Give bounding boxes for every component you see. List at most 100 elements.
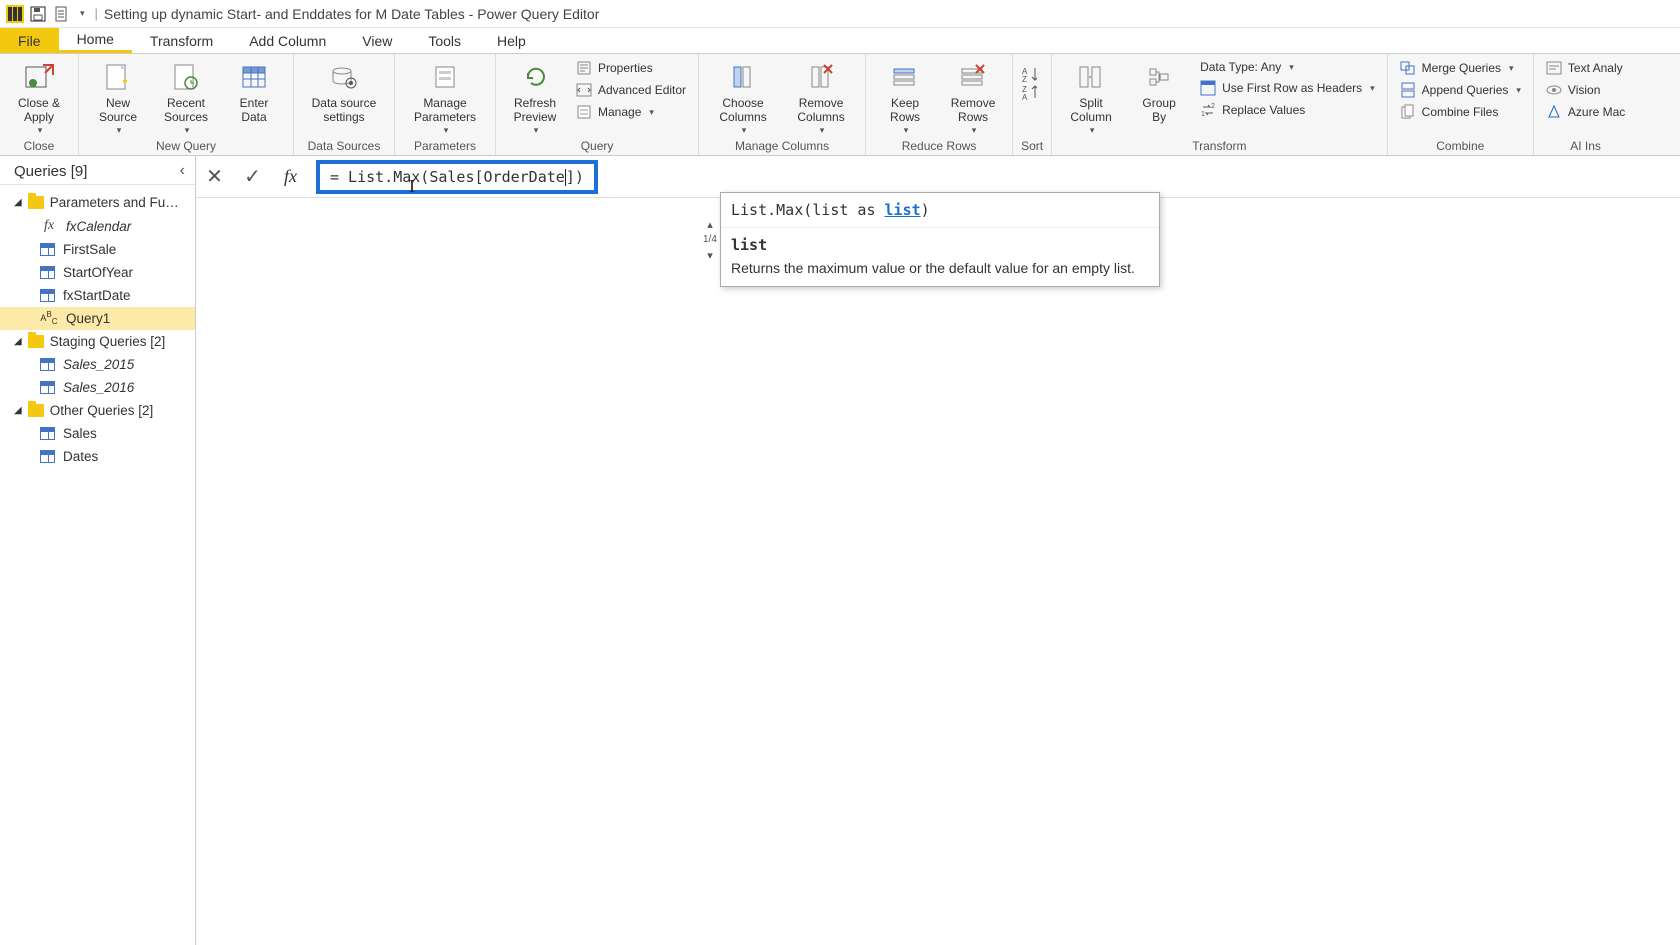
expand-icon: ◢ xyxy=(14,197,22,208)
tree-group-other[interactable]: ◢Other Queries [2] xyxy=(0,399,195,422)
close-apply-icon xyxy=(22,62,56,92)
data-source-settings-button[interactable]: Data source settings xyxy=(302,58,386,125)
group-by-button[interactable]: Group By xyxy=(1128,58,1190,125)
replace-values-button[interactable]: 12Replace Values xyxy=(1196,100,1379,120)
refresh-preview-label: Refresh Preview xyxy=(514,96,557,125)
remove-columns-button[interactable]: Remove Columns▾ xyxy=(785,58,857,136)
manage-parameters-button[interactable]: Manage Parameters▾ xyxy=(403,58,487,136)
tree-item-fxcalendar[interactable]: fx fxCalendar xyxy=(0,214,195,238)
text-analytics-button[interactable]: Text Analy xyxy=(1542,58,1629,78)
accept-formula-button[interactable]: ✓ xyxy=(234,156,272,198)
tree-item-fxstartdate[interactable]: fxStartDate xyxy=(0,284,195,307)
chevron-down-icon[interactable]: ▾ xyxy=(707,249,713,262)
tab-view[interactable]: View xyxy=(344,28,410,53)
data-type-button[interactable]: Data Type: Any▾ xyxy=(1196,58,1379,76)
merge-label: Merge Queries xyxy=(1422,61,1501,75)
keep-rows-button[interactable]: Keep Rows▾ xyxy=(874,58,936,136)
tab-tools[interactable]: Tools xyxy=(410,28,479,53)
properties-icon xyxy=(576,60,592,76)
sig-list-keyword[interactable]: list xyxy=(885,201,921,219)
data-source-settings-label: Data source settings xyxy=(312,96,377,125)
split-column-icon xyxy=(1074,62,1108,92)
new-source-label: New Source xyxy=(99,96,137,125)
refresh-preview-button[interactable]: Refresh Preview▾ xyxy=(504,58,566,136)
intellisense-pager[interactable]: ▴ 1/4 ▾ xyxy=(703,218,717,262)
sort-desc-button[interactable]: ZA xyxy=(1021,84,1037,100)
ribbon-group-manage-columns: Choose Columns▾ Remove Columns▾ Manage C… xyxy=(699,54,866,155)
tree-item-label: fxStartDate xyxy=(63,288,131,303)
qat-dropdown-icon[interactable]: ▾ xyxy=(80,8,85,19)
title-separator: | xyxy=(95,6,98,21)
formula-text-prefix: = List.Max(Sales[OrderDat xyxy=(330,168,556,186)
replace-label: Replace Values xyxy=(1222,103,1305,117)
sort-asc-button[interactable]: AZ xyxy=(1021,66,1037,82)
tree-item-dates[interactable]: Dates xyxy=(0,445,195,468)
save-icon[interactable] xyxy=(30,6,46,22)
queries-header: Queries [9] ‹ xyxy=(0,156,195,185)
table-icon xyxy=(40,427,55,440)
tree-group-staging[interactable]: ◢Staging Queries [2] xyxy=(0,330,195,353)
tab-home[interactable]: Home xyxy=(59,28,132,53)
append-queries-button[interactable]: Append Queries▾ xyxy=(1396,80,1525,100)
group-label-sort: Sort xyxy=(1021,137,1043,153)
quick-access-toolbar: ▾ xyxy=(30,6,85,22)
tab-transform[interactable]: Transform xyxy=(132,28,231,53)
tree-item-sales-2016[interactable]: Sales_2016 xyxy=(0,376,195,399)
collapse-panel-icon[interactable]: ‹ xyxy=(180,162,185,180)
folder-icon xyxy=(28,404,44,417)
tree-item-firstsale[interactable]: FirstSale xyxy=(0,238,195,261)
folder-icon xyxy=(28,196,44,209)
combine-files-button[interactable]: Combine Files xyxy=(1396,102,1525,122)
formula-text-closing: ]) xyxy=(566,168,584,186)
advanced-editor-button[interactable]: Advanced Editor xyxy=(572,80,690,100)
table-icon xyxy=(40,358,55,371)
ribbon-group-combine: Merge Queries▾ Append Queries▾ Combine F… xyxy=(1388,54,1534,155)
folder-icon xyxy=(28,335,44,348)
chevron-up-icon[interactable]: ▴ xyxy=(707,218,713,231)
manage-icon xyxy=(576,104,592,120)
recent-sources-button[interactable]: Recent Sources▾ xyxy=(155,58,217,136)
append-icon xyxy=(1400,82,1416,98)
close-apply-button[interactable]: Close & Apply▾ xyxy=(8,58,70,136)
cancel-formula-button[interactable]: ✕ xyxy=(196,156,234,198)
remove-rows-button[interactable]: Remove Rows▾ xyxy=(942,58,1004,136)
svg-text:2: 2 xyxy=(1211,103,1215,110)
choose-columns-button[interactable]: Choose Columns▾ xyxy=(707,58,779,136)
tree-item-sales-2015[interactable]: Sales_2015 xyxy=(0,353,195,376)
split-column-button[interactable]: Split Column▾ xyxy=(1060,58,1122,136)
group-label-data-sources: Data Sources xyxy=(302,137,386,153)
tree-group-parameters[interactable]: ◢Parameters and Fu… xyxy=(0,191,195,214)
enter-data-button[interactable]: Enter Data xyxy=(223,58,285,125)
tab-help[interactable]: Help xyxy=(479,28,544,53)
function-icon: fx xyxy=(40,218,58,234)
merge-queries-button[interactable]: Merge Queries▾ xyxy=(1396,58,1525,78)
formula-input[interactable]: = List.Max(Sales[OrderDate]) I xyxy=(316,160,598,194)
group-label-new-query: New Query xyxy=(87,137,285,153)
tab-add-column[interactable]: Add Column xyxy=(231,28,344,53)
intellisense-counter: 1/4 xyxy=(703,235,717,245)
tree-item-sales[interactable]: Sales xyxy=(0,422,195,445)
combine-files-label: Combine Files xyxy=(1422,105,1499,119)
append-label: Append Queries xyxy=(1422,83,1509,97)
ribbon-group-parameters: Manage Parameters▾ Parameters xyxy=(395,54,496,155)
group-label-ai: AI Ins xyxy=(1542,137,1629,153)
properties-button[interactable]: Properties xyxy=(572,58,690,78)
tab-file[interactable]: File xyxy=(0,28,59,53)
tree-item-query1[interactable]: ABCQuery1 xyxy=(0,307,195,330)
first-row-headers-button[interactable]: Use First Row as Headers▾ xyxy=(1196,78,1379,98)
tree-item-label: fxCalendar xyxy=(66,219,131,234)
tree-item-label: FirstSale xyxy=(63,242,116,257)
remove-columns-label: Remove Columns xyxy=(797,96,844,125)
tree-item-startofyear[interactable]: StartOfYear xyxy=(0,261,195,284)
azure-ml-button[interactable]: Azure Mac xyxy=(1542,102,1629,122)
vision-button[interactable]: Vision xyxy=(1542,80,1629,100)
document-icon[interactable] xyxy=(54,6,70,22)
group-label-manage-columns: Manage Columns xyxy=(707,137,857,153)
keep-rows-icon xyxy=(888,62,922,92)
ribbon-group-ai: Text Analy Vision Azure Mac AI Ins xyxy=(1534,54,1637,155)
split-column-label: Split Column xyxy=(1070,96,1111,125)
manage-query-button[interactable]: Manage▾ xyxy=(572,102,690,122)
new-source-button[interactable]: New Source▾ xyxy=(87,58,149,136)
expand-icon: ◢ xyxy=(14,336,22,347)
fx-button[interactable]: fx xyxy=(272,156,310,198)
